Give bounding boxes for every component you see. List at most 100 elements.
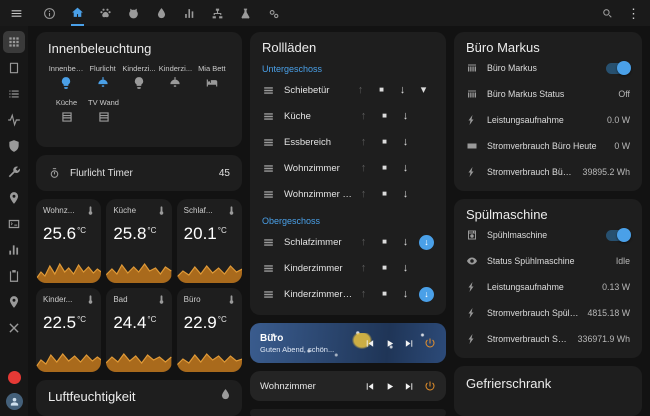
light-entity[interactable]: Innenbel...	[48, 64, 84, 90]
cover-stop-button[interactable]: ■	[374, 290, 395, 298]
sidebar-item-todo[interactable]	[3, 265, 25, 287]
media-info: Büro Guten Abend, schön...	[260, 333, 334, 354]
view-tab-lab[interactable]	[239, 0, 252, 26]
temperature-card[interactable]: Schlaf... 20.1°C	[177, 199, 242, 283]
temperature-card[interactable]: Küche 25.8°C	[106, 199, 171, 283]
sidebar-item-energy[interactable]	[3, 239, 25, 261]
map-pin-icon	[7, 191, 21, 205]
cover-down-button[interactable]: ↓	[395, 189, 416, 200]
view-tab-network[interactable]	[211, 0, 224, 26]
sidebar-item-dashboard[interactable]	[3, 31, 25, 53]
sensor-name: Wohnz...	[43, 206, 87, 215]
thermometer-icon	[156, 294, 167, 305]
cover-stop-button[interactable]: ■	[374, 190, 395, 198]
cover-expand-button[interactable]: ▾	[413, 85, 434, 96]
cover-down-button[interactable]: ↓	[395, 263, 416, 274]
view-tab-pets[interactable]	[99, 0, 112, 26]
sidebar-menu-button[interactable]	[10, 7, 23, 20]
cover-up-button[interactable]: ↑	[353, 111, 374, 122]
light-entity[interactable]: Flurlicht	[84, 64, 120, 90]
temperature-card[interactable]: Wohnz... 25.6°C	[36, 199, 101, 283]
cover-up-button[interactable]: ↑	[353, 289, 374, 300]
cover-up-button[interactable]: ↑	[353, 237, 374, 248]
chart-icon	[183, 7, 196, 20]
cover-down-button[interactable]: ↓	[395, 137, 416, 148]
sidebar-item-devices[interactable]	[3, 57, 25, 79]
cover-down-button[interactable]: ↓	[395, 111, 416, 122]
entity-name: TV Wand	[88, 98, 119, 107]
temperature-card[interactable]: Büro 22.9°C	[177, 288, 242, 372]
cover-moving-indicator[interactable]: ↓	[419, 287, 434, 302]
cover-stop-button[interactable]: ■	[374, 112, 395, 120]
cover-up-button[interactable]: ↑	[350, 85, 371, 96]
temperature-reading: 25.6°C	[43, 224, 94, 244]
cover-stop-button[interactable]: ■	[371, 86, 392, 94]
flask-icon	[239, 7, 252, 20]
cover-down-button[interactable]: ↓	[395, 163, 416, 174]
sidebar-item-terminal[interactable]	[3, 213, 25, 235]
sidebar-item-close[interactable]	[3, 317, 25, 339]
person-icon	[9, 396, 20, 407]
cover-down-button[interactable]: ↓	[395, 237, 416, 248]
previous-track-button[interactable]	[364, 381, 375, 392]
sidebar-item-logbook[interactable]	[3, 83, 25, 105]
temperature-sparkline	[36, 257, 101, 283]
entity-value: 0.0 W	[607, 115, 630, 125]
cover-down-button[interactable]: ↓	[395, 289, 416, 300]
cover-stop-button[interactable]: ■	[374, 238, 395, 246]
notification-badge[interactable]	[8, 371, 21, 384]
temperature-card[interactable]: Kinder... 22.5°C	[36, 288, 101, 372]
entity-value: 4815.18 W	[587, 308, 630, 318]
flurlicht-timer-card[interactable]: Flurlicht Timer 45	[36, 155, 242, 191]
gears-icon	[267, 7, 280, 20]
search-button[interactable]	[601, 7, 614, 20]
sidebar-item-security[interactable]	[3, 135, 25, 157]
previous-track-button[interactable]	[364, 338, 375, 349]
sidebar-item-history[interactable]	[3, 109, 25, 131]
sidebar-item-location[interactable]	[3, 291, 25, 313]
cover-stop-button[interactable]: ■	[374, 264, 395, 272]
cover-stop-button[interactable]: ■	[374, 164, 395, 172]
thermometer-icon	[156, 205, 167, 216]
temperature-unit: °C	[147, 315, 156, 324]
play-button[interactable]	[384, 338, 395, 349]
temperature-card[interactable]: Bad 24.4°C	[106, 288, 171, 372]
view-tab-info[interactable]	[43, 0, 56, 26]
sidebar-item-tools[interactable]	[3, 161, 25, 183]
partially-visible-card	[250, 409, 446, 416]
light-entity[interactable]: Kinderzi...	[157, 64, 193, 90]
entity-row: Status Spühlmaschine Idle	[466, 248, 630, 274]
temperature-reading: 25.8°C	[113, 224, 164, 244]
sidebar-item-map[interactable]	[3, 187, 25, 209]
power-button[interactable]	[424, 337, 436, 349]
dishwasher-icon	[466, 229, 478, 241]
view-tab-settings[interactable]	[267, 0, 280, 26]
light-entity[interactable]: Küche	[48, 98, 85, 124]
temperature-value: 22.5	[43, 313, 76, 332]
cover-stop-button[interactable]: ■	[374, 138, 395, 146]
power-button[interactable]	[424, 380, 436, 392]
cover-up-button[interactable]: ↑	[353, 163, 374, 174]
cover-up-button[interactable]: ↑	[353, 189, 374, 200]
view-tab-cat[interactable]	[127, 0, 140, 26]
more-menu-button[interactable]: ⋮	[627, 7, 640, 20]
light-entity[interactable]: Mia Bett	[194, 64, 230, 90]
entity-row: Spühlmaschine	[466, 222, 630, 248]
view-tab-stats[interactable]	[183, 0, 196, 26]
user-avatar[interactable]	[6, 393, 23, 410]
cover-down-button[interactable]: ↓	[392, 85, 413, 96]
spuelmaschine-toggle[interactable]	[606, 230, 630, 241]
next-track-button[interactable]	[404, 338, 415, 349]
light-entity[interactable]: TV Wand	[85, 98, 122, 124]
cover-up-button[interactable]: ↑	[353, 263, 374, 274]
buero-markus-toggle[interactable]	[606, 63, 630, 74]
view-tab-home[interactable]	[71, 0, 84, 26]
cover-up-button[interactable]: ↑	[353, 137, 374, 148]
cover-name: Kinderzimmer	[284, 263, 353, 274]
light-entity[interactable]: Kinderzi...	[121, 64, 157, 90]
view-tab-water[interactable]	[155, 0, 168, 26]
entity-value: 39895.2 Wh	[583, 167, 630, 177]
cover-moving-indicator[interactable]: ↓	[419, 235, 434, 250]
next-track-button[interactable]	[404, 381, 415, 392]
play-button[interactable]	[384, 381, 395, 392]
